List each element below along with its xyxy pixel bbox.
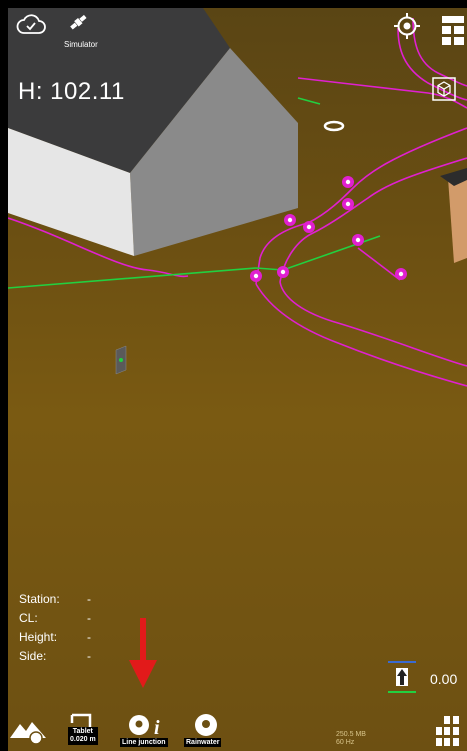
tablet-value: 0.020 m [70, 736, 96, 743]
cl-row: CL: - [19, 609, 91, 628]
side-row: Side: - [19, 647, 91, 666]
height-value: - [87, 630, 91, 644]
simulator-label: Simulator [64, 40, 98, 49]
station-info-panel: Station: - CL: - Height: - Side: - [19, 590, 91, 666]
tablet-name: Tablet [72, 728, 93, 735]
line-junction-label[interactable]: Line junction [120, 738, 168, 747]
tablet-marker[interactable] [115, 345, 127, 375]
station-row: Station: - [19, 590, 91, 609]
building-fragment [448, 173, 467, 263]
terrain-survey-icon[interactable] [10, 714, 50, 744]
manhole-marker[interactable] [323, 120, 345, 132]
menu-grid-icon[interactable] [436, 714, 466, 751]
tablet-label[interactable]: Tablet 0.020 m [68, 727, 98, 745]
height-row: Height: - [19, 628, 91, 647]
memory-usage: 250.5 MB [336, 731, 366, 738]
cl-value: - [87, 611, 91, 625]
rainwater-label[interactable]: Rainwater [184, 738, 222, 747]
station-label: Station: [19, 592, 60, 606]
layers-grid-icon[interactable] [440, 14, 467, 46]
station-value: - [87, 592, 91, 606]
side-label: Side: [19, 649, 47, 663]
side-value: - [87, 649, 91, 663]
3d-cube-icon[interactable] [432, 77, 456, 101]
cloud-sync-icon[interactable] [16, 12, 46, 36]
performance-stats: 250.5 MB 60 Hz [336, 731, 366, 747]
height-offset-value[interactable]: 0.00 [430, 671, 457, 687]
height-offset-icon[interactable] [386, 660, 418, 696]
height-label: Height: [19, 630, 58, 644]
cl-label: CL: [19, 611, 38, 625]
frame-rate: 60 Hz [336, 739, 355, 746]
locate-target-icon[interactable] [393, 12, 421, 40]
satellite-icon[interactable] [68, 8, 90, 38]
svg-text:i: i [154, 717, 160, 739]
red-down-arrow-icon [129, 618, 157, 688]
bottom-toolbar: Tablet 0.020 m i Line junction Rainwater [8, 700, 467, 751]
height-readout: H: 102.11 [18, 78, 125, 105]
